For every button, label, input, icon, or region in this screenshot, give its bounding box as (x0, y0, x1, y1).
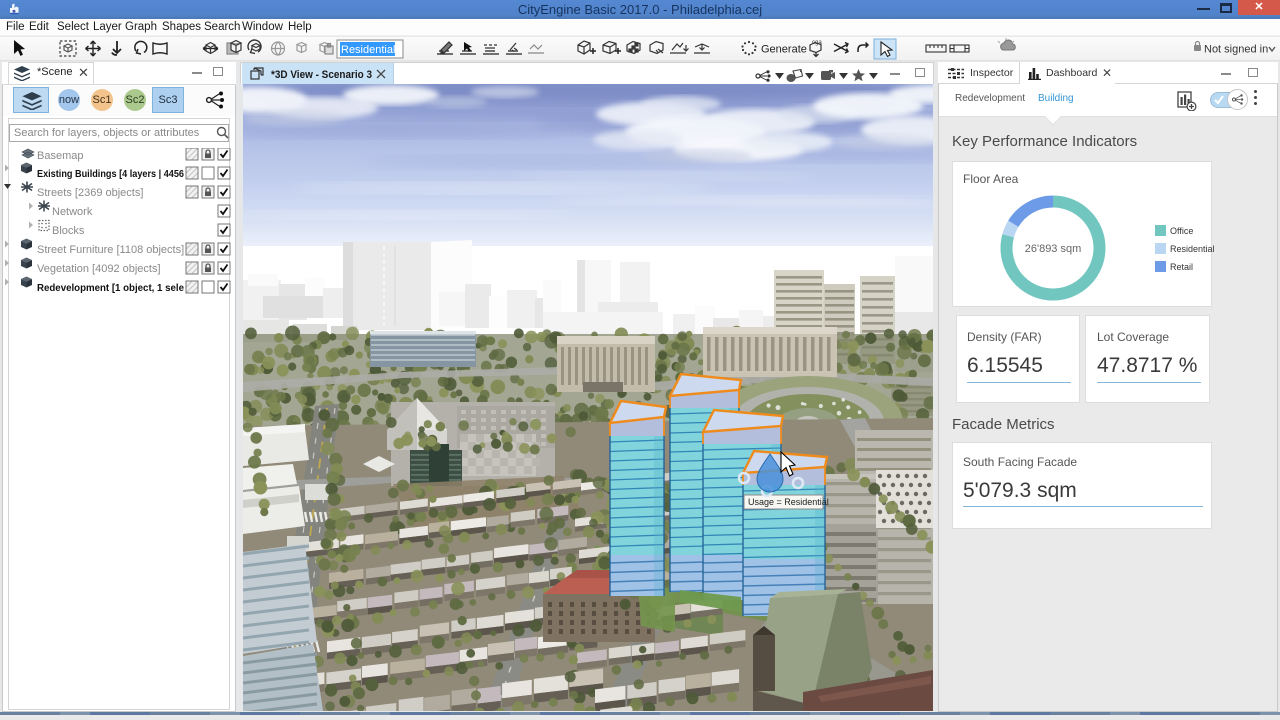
svg-text:Blocks: Blocks (52, 225, 85, 237)
svg-text:Network: Network (52, 206, 93, 218)
svg-text:Streets [2369 objects]: Streets [2369 objects] (37, 187, 143, 199)
svg-text:cga: cga (812, 40, 822, 46)
svg-text:Not signed in: Not signed in (1204, 44, 1268, 56)
svg-text:Residential: Residential (341, 44, 395, 56)
svg-text:Vegetation [4092 objects]: Vegetation [4092 objects] (37, 263, 161, 275)
svg-text:Existing Buildings [4 layers |: Existing Buildings [4 layers | 4456 (37, 168, 184, 180)
svg-text:Usage = Residential: Usage = Residential (748, 497, 829, 507)
svg-text:*3D View - Scenario 3: *3D View - Scenario 3 (271, 69, 372, 81)
svg-text:Street Furniture [1108 objects: Street Furniture [1108 objects] (37, 244, 184, 256)
svg-text:26'893 sqm: 26'893 sqm (1025, 243, 1082, 255)
svg-text:Basemap: Basemap (37, 150, 83, 162)
svg-text:Redevelopment [1 object, 1 sel: Redevelopment [1 object, 1 sele (37, 282, 184, 294)
svg-text:Generate: Generate (761, 44, 807, 56)
